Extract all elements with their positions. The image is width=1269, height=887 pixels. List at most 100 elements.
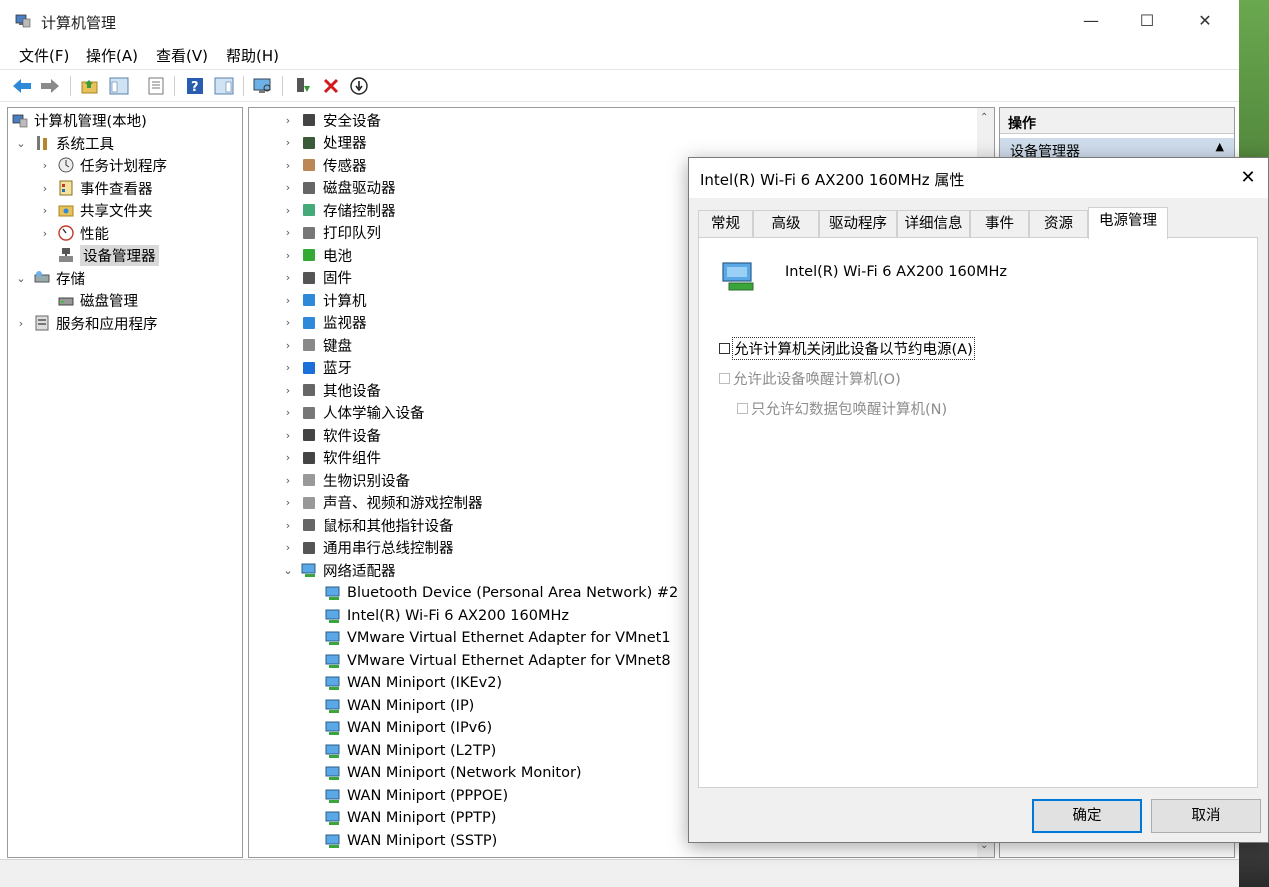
device-category-sound-video-game[interactable]: › 声音、视频和游戏控制器 bbox=[281, 492, 483, 514]
chevron-right-icon[interactable]: › bbox=[281, 114, 295, 127]
close-button[interactable]: ✕ bbox=[1182, 4, 1228, 38]
device-category-biometric[interactable]: › 生物识别设备 bbox=[281, 469, 410, 491]
disable-device-icon[interactable] bbox=[347, 75, 371, 97]
chevron-right-icon[interactable]: › bbox=[281, 204, 295, 217]
tab-resources[interactable]: 资源 bbox=[1029, 210, 1088, 238]
dialog-title-bar[interactable]: Intel(R) Wi-Fi 6 AX200 160MHz 属性 ✕ bbox=[689, 158, 1268, 198]
chevron-right-icon[interactable]: › bbox=[38, 227, 52, 240]
scan-hardware-icon[interactable] bbox=[251, 75, 275, 97]
uninstall-icon[interactable] bbox=[319, 75, 343, 97]
chevron-right-icon[interactable]: › bbox=[38, 182, 52, 195]
tree-item-shared-folders[interactable]: › 共享文件夹 bbox=[38, 199, 153, 221]
device-category-battery[interactable]: › 电池 bbox=[281, 244, 352, 266]
device-category-computer[interactable]: › 计算机 bbox=[281, 289, 367, 311]
allow-wake-checkbox[interactable]: 允许此设备唤醒计算机(O) bbox=[719, 368, 901, 389]
chevron-down-icon[interactable]: ⌄ bbox=[14, 137, 28, 150]
checkbox-box[interactable] bbox=[719, 373, 730, 384]
scroll-up-icon[interactable]: ⌃ bbox=[980, 112, 988, 123]
device-category-keyboard[interactable]: › 键盘 bbox=[281, 334, 352, 356]
chevron-right-icon[interactable]: › bbox=[281, 181, 295, 194]
network-adapter-item[interactable]: VMware Virtual Ethernet Adapter for VMne… bbox=[325, 627, 671, 649]
device-category-disk-drive[interactable]: › 磁盘驱动器 bbox=[281, 177, 396, 199]
device-category-mouse-pointer[interactable]: › 鼠标和其他指针设备 bbox=[281, 514, 454, 536]
device-category-print-queue[interactable]: › 打印队列 bbox=[281, 222, 381, 244]
maximize-button[interactable]: ☐ bbox=[1124, 4, 1170, 38]
menu-file[interactable]: 文件(F) bbox=[19, 45, 69, 66]
chevron-down-icon[interactable]: ⌄ bbox=[14, 272, 28, 285]
device-category-processor[interactable]: › 处理器 bbox=[281, 132, 367, 154]
network-adapter-item[interactable]: WAN Miniport (PPTP) bbox=[325, 807, 496, 829]
chevron-right-icon[interactable]: › bbox=[281, 159, 295, 172]
network-adapter-item[interactable]: Bluetooth Device (Personal Area Network)… bbox=[325, 582, 678, 604]
show-action-pane-icon[interactable] bbox=[212, 75, 236, 97]
tree-item-system-tools[interactable]: ⌄ 系统工具 bbox=[14, 132, 114, 154]
device-category-firmware[interactable]: › 固件 bbox=[281, 267, 352, 289]
tree-item-event-viewer[interactable]: › 事件查看器 bbox=[38, 177, 153, 199]
network-adapter-item[interactable]: WAN Miniport (IP) bbox=[325, 695, 474, 717]
chevron-right-icon[interactable]: › bbox=[281, 406, 295, 419]
device-category-bluetooth[interactable]: › 蓝牙 bbox=[281, 357, 352, 379]
network-adapter-item[interactable]: WAN Miniport (Network Monitor) bbox=[325, 762, 582, 784]
help-icon[interactable]: ? bbox=[183, 75, 207, 97]
network-adapter-item[interactable]: WAN Miniport (PPPOE) bbox=[325, 785, 508, 807]
chevron-right-icon[interactable]: › bbox=[281, 496, 295, 509]
update-driver-icon[interactable] bbox=[290, 75, 314, 97]
device-category-other-devices[interactable]: › 其他设备 bbox=[281, 379, 381, 401]
dialog-close-button[interactable]: ✕ bbox=[1228, 158, 1268, 198]
chevron-right-icon[interactable]: › bbox=[281, 519, 295, 532]
tab-power-management[interactable]: 电源管理 bbox=[1088, 207, 1168, 239]
chevron-right-icon[interactable]: › bbox=[281, 451, 295, 464]
device-category-software-component[interactable]: › 软件组件 bbox=[281, 447, 381, 469]
chevron-right-icon[interactable]: › bbox=[38, 159, 52, 172]
network-adapter-item[interactable]: WAN Miniport (L2TP) bbox=[325, 740, 496, 762]
tree-item-device-manager[interactable]: 设备管理器 bbox=[58, 244, 159, 266]
chevron-right-icon[interactable]: › bbox=[281, 226, 295, 239]
forward-icon[interactable] bbox=[38, 75, 62, 97]
device-category-security-device[interactable]: › 安全设备 bbox=[281, 109, 381, 131]
collapse-arrow-icon[interactable]: ▲ bbox=[1216, 140, 1224, 153]
tree-item-root[interactable]: 计算机管理(本地) bbox=[12, 109, 147, 131]
chevron-right-icon[interactable]: › bbox=[281, 339, 295, 352]
device-category-storage-controller[interactable]: › 存储控制器 bbox=[281, 199, 396, 221]
chevron-right-icon[interactable]: › bbox=[281, 541, 295, 554]
chevron-right-icon[interactable]: › bbox=[281, 474, 295, 487]
tree-item-storage[interactable]: ⌄ 存储 bbox=[14, 267, 85, 289]
tree-item-disk-management[interactable]: 磁盘管理 bbox=[58, 289, 138, 311]
tree-item-performance[interactable]: › 性能 bbox=[38, 222, 109, 244]
device-category-network-adapters[interactable]: ⌄ 网络适配器 bbox=[281, 559, 396, 581]
allow-turn-off-checkbox[interactable]: 允许计算机关闭此设备以节约电源(A) bbox=[719, 337, 975, 360]
up-folder-icon[interactable] bbox=[78, 75, 102, 97]
tab-details[interactable]: 详细信息 bbox=[897, 210, 970, 238]
network-adapter-item[interactable]: WAN Miniport (SSTP) bbox=[325, 830, 497, 852]
show-hide-tree-icon[interactable] bbox=[107, 75, 131, 97]
chevron-down-icon[interactable]: ⌄ bbox=[281, 564, 295, 577]
chevron-right-icon[interactable]: › bbox=[281, 271, 295, 284]
ok-button[interactable]: 确定 bbox=[1032, 799, 1142, 833]
cancel-button[interactable]: 取消 bbox=[1151, 799, 1261, 833]
tab-advanced[interactable]: 高级 bbox=[753, 210, 819, 238]
tree-item-task-scheduler[interactable]: › 任务计划程序 bbox=[38, 154, 167, 176]
network-adapter-item[interactable]: WAN Miniport (IKEv2) bbox=[325, 672, 502, 694]
device-category-sensor[interactable]: › 传感器 bbox=[281, 154, 367, 176]
network-adapter-item[interactable]: Intel(R) Wi-Fi 6 AX200 160MHz bbox=[325, 605, 569, 627]
tree-item-services-apps[interactable]: › 服务和应用程序 bbox=[14, 312, 158, 334]
minimize-button[interactable]: — bbox=[1068, 4, 1114, 38]
menu-help[interactable]: 帮助(H) bbox=[226, 45, 279, 66]
device-category-human-interface[interactable]: › 人体学输入设备 bbox=[281, 402, 425, 424]
device-category-software-device[interactable]: › 软件设备 bbox=[281, 424, 381, 446]
device-category-monitor[interactable]: › 监视器 bbox=[281, 312, 367, 334]
menu-action[interactable]: 操作(A) bbox=[86, 45, 138, 66]
checkbox-box[interactable] bbox=[719, 343, 730, 354]
tab-driver[interactable]: 驱动程序 bbox=[819, 210, 897, 238]
chevron-right-icon[interactable]: › bbox=[14, 317, 28, 330]
tab-events[interactable]: 事件 bbox=[970, 210, 1029, 238]
magic-packet-checkbox[interactable]: 只允许幻数据包唤醒计算机(N) bbox=[737, 398, 947, 419]
checkbox-box[interactable] bbox=[737, 403, 748, 414]
back-icon[interactable] bbox=[10, 75, 34, 97]
chevron-right-icon[interactable]: › bbox=[281, 294, 295, 307]
chevron-right-icon[interactable]: › bbox=[281, 429, 295, 442]
menu-view[interactable]: 查看(V) bbox=[156, 45, 208, 66]
chevron-right-icon[interactable]: › bbox=[281, 361, 295, 374]
properties-icon[interactable] bbox=[144, 75, 168, 97]
network-adapter-item[interactable]: WAN Miniport (IPv6) bbox=[325, 717, 492, 739]
